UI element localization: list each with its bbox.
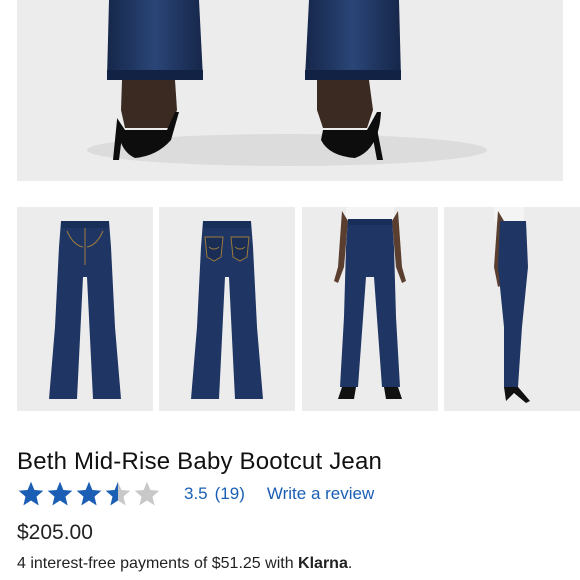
product-main-image[interactable]: [17, 0, 563, 181]
rating-value[interactable]: 3.5: [184, 484, 208, 504]
star-icon: [47, 481, 73, 506]
thumbnail-strip: [17, 207, 580, 411]
product-title: Beth Mid-Rise Baby Bootcut Jean: [17, 448, 383, 475]
installment-info: 4 interest-free payments of $51.25 with …: [17, 555, 352, 573]
thumbnail-model-front[interactable]: [302, 207, 438, 411]
thumbnail-model-side[interactable]: [444, 207, 580, 411]
star-icon: [76, 481, 102, 506]
star-icon: [134, 481, 160, 506]
installment-suffix: .: [347, 555, 353, 572]
product-price: $205.00: [17, 521, 93, 544]
star-icon: [18, 481, 44, 506]
klarna-brand[interactable]: Klarna: [298, 555, 348, 572]
star-icon: [105, 481, 131, 506]
review-count[interactable]: (19): [215, 484, 245, 504]
thumbnail-front-flat[interactable]: [17, 207, 153, 411]
write-review-link[interactable]: Write a review: [267, 484, 374, 504]
rating-row: 3.5 (19) Write a review: [17, 480, 374, 508]
rating-stars[interactable]: [17, 480, 162, 508]
thumbnail-back-flat[interactable]: [159, 207, 295, 411]
installment-text: 4 interest-free payments of $51.25 with: [17, 555, 299, 572]
product-page: Beth Mid-Rise Baby Bootcut Jean 3.5 (19)…: [0, 0, 580, 580]
